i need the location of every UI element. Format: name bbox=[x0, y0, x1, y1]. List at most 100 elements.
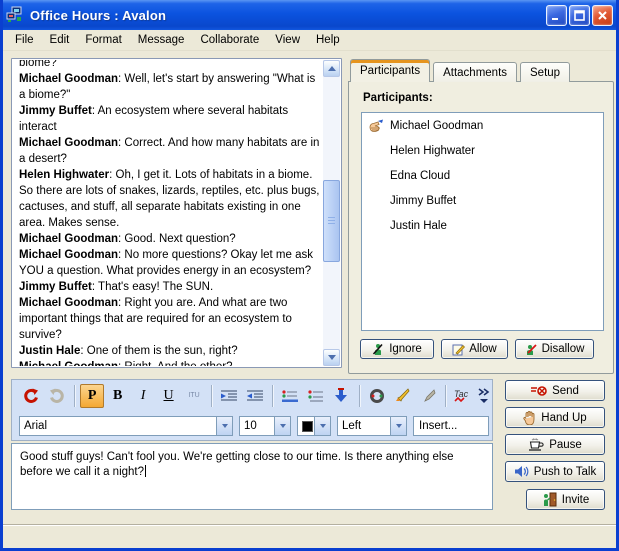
font-color-select[interactable] bbox=[297, 416, 331, 436]
participant-name: Jimmy Buffet bbox=[390, 195, 456, 207]
participant-name: Edna Cloud bbox=[390, 170, 450, 182]
toolbar-separator bbox=[272, 385, 273, 407]
scroll-up-icon[interactable] bbox=[323, 60, 340, 77]
pause-button[interactable]: Pause bbox=[505, 434, 605, 455]
bold-button[interactable]: B bbox=[105, 384, 129, 408]
toolbar-overflow-icon[interactable] bbox=[476, 384, 492, 408]
move-down-icon[interactable] bbox=[329, 384, 353, 408]
chat-message: Michael Goodman: Right you are. And what… bbox=[19, 295, 320, 343]
tab-setup[interactable]: Setup bbox=[520, 62, 570, 82]
window-title: Office Hours : Avalon bbox=[30, 8, 166, 23]
disallow-button[interactable]: Disallow bbox=[515, 339, 594, 359]
menu-file[interactable]: File bbox=[7, 32, 42, 48]
speaker-icon bbox=[514, 465, 529, 478]
format-toolbar-row1: P B I U ITU bbox=[12, 381, 492, 410]
participants-panel: Participants: Michael GoodmanHelen Highw… bbox=[348, 81, 614, 374]
spellcheck-icon[interactable]: Tac bbox=[451, 384, 475, 408]
toolbar-separator bbox=[359, 385, 360, 407]
undo-icon[interactable] bbox=[19, 384, 43, 408]
title-bar[interactable]: Office Hours : Avalon bbox=[0, 0, 619, 30]
chevron-down-icon[interactable] bbox=[216, 417, 232, 435]
send-button[interactable]: Send bbox=[505, 380, 605, 401]
participant-row[interactable]: Helen Highwater bbox=[362, 138, 603, 163]
pause-label: Pause bbox=[549, 439, 582, 451]
send-label: Send bbox=[552, 385, 579, 397]
participant-row[interactable]: Michael Goodman bbox=[362, 113, 603, 138]
horizontal-rule-icon[interactable] bbox=[278, 384, 302, 408]
application-window: Office Hours : Avalon FileEditFormatMess… bbox=[0, 0, 619, 551]
plain-text-button[interactable]: ITU bbox=[182, 384, 206, 408]
font-family-select[interactable]: Arial bbox=[19, 416, 233, 436]
font-size-select[interactable]: 10 bbox=[239, 416, 291, 436]
ignore-label: Ignore bbox=[389, 343, 422, 355]
participant-row[interactable]: Edna Cloud bbox=[362, 163, 603, 188]
menu-view[interactable]: View bbox=[267, 32, 308, 48]
text-caret bbox=[145, 465, 146, 477]
insert-placeholder: Insert... bbox=[419, 420, 457, 432]
close-button[interactable] bbox=[592, 5, 613, 26]
pen-icon[interactable] bbox=[416, 384, 440, 408]
chevron-down-icon[interactable] bbox=[274, 417, 290, 435]
scroll-thumb[interactable] bbox=[323, 180, 340, 262]
chat-message: Michael Goodman: No more questions? Okay… bbox=[19, 247, 320, 279]
indent-decrease-icon[interactable] bbox=[243, 384, 267, 408]
insert-field[interactable]: Insert... bbox=[413, 416, 489, 436]
toolbar-separator bbox=[211, 385, 212, 407]
app-icon bbox=[6, 6, 24, 24]
transcript-scrollbar[interactable] bbox=[323, 60, 340, 366]
message-text: Good stuff guys! Can't fool you. We're g… bbox=[20, 451, 454, 478]
chevron-down-icon[interactable] bbox=[390, 417, 406, 435]
send-icon bbox=[531, 385, 547, 397]
coffee-cup-icon bbox=[528, 438, 544, 452]
italic-label: I bbox=[141, 388, 146, 404]
status-bar-divider bbox=[3, 524, 616, 526]
chevron-down-icon[interactable] bbox=[314, 417, 330, 435]
hand-up-button[interactable]: Hand Up bbox=[505, 407, 605, 428]
list-icon[interactable] bbox=[304, 384, 328, 408]
scroll-down-icon[interactable] bbox=[323, 349, 340, 366]
menu-edit[interactable]: Edit bbox=[42, 32, 78, 48]
message-input[interactable]: Good stuff guys! Can't fool you. We're g… bbox=[11, 443, 493, 510]
indent-increase-icon[interactable] bbox=[217, 384, 241, 408]
ignore-button[interactable]: Ignore bbox=[360, 339, 434, 359]
menu-message[interactable]: Message bbox=[130, 32, 193, 48]
chat-message: Jimmy Buffet: That's easy! The SUN. bbox=[19, 279, 320, 295]
tab-attachments[interactable]: Attachments bbox=[433, 62, 517, 82]
minimize-button[interactable] bbox=[546, 5, 567, 26]
italic-button[interactable]: I bbox=[131, 384, 155, 408]
chat-message: Michael Goodman: Good. Next question? bbox=[19, 231, 320, 247]
alignment-select[interactable]: Left bbox=[337, 416, 407, 436]
chat-message: Helen Highwater: Oh, I get it. Lots of h… bbox=[19, 167, 320, 231]
invite-button[interactable]: Invite bbox=[526, 489, 605, 510]
tab-participants[interactable]: Participants bbox=[350, 59, 430, 82]
maximize-button[interactable] bbox=[569, 5, 590, 26]
wheel-icon[interactable] bbox=[365, 384, 389, 408]
participant-row[interactable]: Jimmy Buffet bbox=[362, 188, 603, 213]
menu-collaborate[interactable]: Collaborate bbox=[192, 32, 267, 48]
chat-message: Michael Goodman: Correct. And how many h… bbox=[19, 135, 320, 167]
svg-text:Tac: Tac bbox=[454, 389, 469, 399]
participants-list[interactable]: Michael GoodmanHelen Highwater Edna Cloud… bbox=[361, 112, 604, 331]
menu-help[interactable]: Help bbox=[308, 32, 348, 48]
hand-up-label: Hand Up bbox=[541, 412, 586, 424]
highlight-pen-icon[interactable] bbox=[390, 384, 414, 408]
chat-messages: biome?Michael Goodman: Well, let's start… bbox=[13, 60, 323, 366]
toolbar-separator bbox=[445, 385, 446, 407]
disallow-label: Disallow bbox=[542, 343, 585, 355]
paragraph-style-button[interactable]: P bbox=[80, 384, 104, 408]
redo-icon[interactable] bbox=[44, 384, 68, 408]
menu-format[interactable]: Format bbox=[77, 32, 129, 48]
chat-message: Michael Goodman: Well, let's start by an… bbox=[19, 71, 320, 103]
chat-message: Michael Goodman: Right. And the other? bbox=[19, 359, 320, 366]
format-toolbar: P B I U ITU bbox=[11, 379, 493, 441]
push-to-talk-button[interactable]: Push to Talk bbox=[505, 461, 605, 482]
bold-label: B bbox=[113, 388, 122, 404]
underline-button[interactable]: U bbox=[156, 384, 180, 408]
allow-button[interactable]: Allow bbox=[441, 339, 508, 359]
font-family-value: Arial bbox=[20, 420, 47, 432]
toolbar-separator bbox=[74, 385, 75, 407]
push-to-talk-label: Push to Talk bbox=[534, 466, 596, 478]
participants-label: Participants: bbox=[363, 92, 433, 104]
tab-strip: ParticipantsAttachmentsSetup bbox=[350, 59, 570, 82]
participant-row[interactable]: Justin Hale bbox=[362, 213, 603, 238]
